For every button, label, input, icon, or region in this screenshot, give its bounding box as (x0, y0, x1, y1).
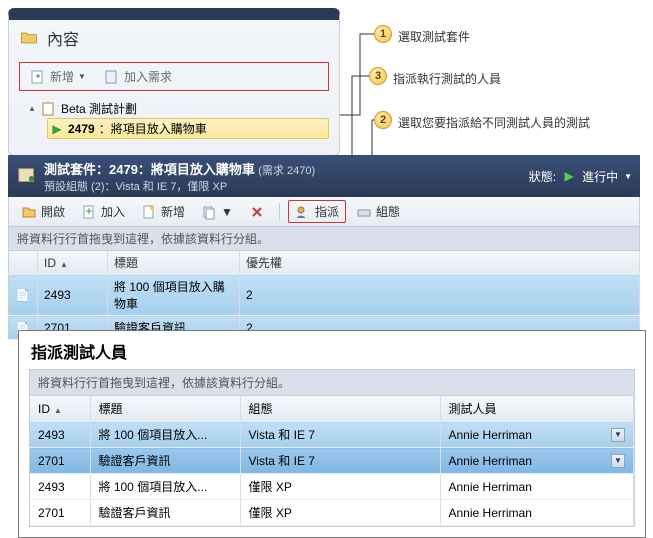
callout-marker-1: 1 (374, 25, 392, 43)
col-tester[interactable]: 測試人員 (440, 396, 634, 422)
tester-dropdown[interactable]: ▼ (611, 454, 625, 468)
col-title[interactable]: 標題 (108, 251, 240, 275)
delete-button[interactable] (243, 202, 271, 222)
content-title: 內容 (47, 26, 79, 50)
new-button[interactable]: 新增 (135, 201, 191, 222)
add-icon: + (81, 204, 97, 220)
svg-text:+: + (86, 204, 93, 218)
play-icon: ▶ (50, 122, 64, 136)
config-button[interactable]: 組態 (350, 201, 406, 222)
callout-marker-2: 2 (374, 111, 392, 129)
table-row[interactable]: 2493 將 100 個項目放入... Vista 和 IE 7 Annie H… (30, 422, 634, 448)
test-plan-tree: ▴ Beta 測試計劃 ▶ 2479 ：將項目放入購物車 (19, 97, 329, 145)
requirement-icon (104, 69, 120, 85)
tester-dropdown[interactable]: ▼ (611, 428, 625, 442)
new-icon-2 (141, 204, 157, 220)
status-value[interactable]: 進行中 (582, 168, 618, 185)
plan-icon (41, 101, 57, 117)
open-button[interactable]: 開啟 (15, 201, 71, 222)
add-new-button[interactable]: 新增 ▼ (26, 66, 90, 87)
content-panel: 內容 新增 ▼ 加入需求 ▴ Beta 測試計劃 ▶ 2479 ：將項目放入購 (8, 8, 340, 156)
table-row[interactable]: 2493 將 100 個項目放入... 僅限 XP Annie Herriman (30, 474, 634, 500)
row-icon: 📄 (15, 288, 29, 302)
test-cases-grid: ID▲ 標題 優先權 📄 2493 將 100 個項目放入購物車 2 📄 270… (8, 251, 640, 340)
assign-grid: ID▲ 標題 組態 測試人員 2493 將 100 個項目放入... Vista… (30, 396, 634, 526)
new-icon (30, 69, 46, 85)
col-config[interactable]: 組態 (240, 396, 440, 422)
assign-testers-panel: 指派測試人員 將資料行行首拖曳到這裡，依據該資料行分組。 ID▲ 標題 組態 測… (18, 330, 646, 538)
tree-root[interactable]: ▴ Beta 測試計劃 (25, 99, 329, 118)
suite-icon (16, 165, 38, 187)
add-requirement-button[interactable]: 加入需求 (100, 66, 176, 87)
col-title[interactable]: 標題 (90, 396, 240, 422)
table-row[interactable]: 2701 驗證客戶資訊 僅限 XP Annie Herriman (30, 500, 634, 526)
assign-button[interactable]: 指派 (288, 200, 346, 223)
callout-text-3: 指派執行測試的人員 (393, 70, 501, 87)
delete-icon (249, 204, 265, 220)
copy-icon (201, 204, 217, 220)
chevron-down-icon: ▼ (78, 72, 86, 81)
callout-marker-3: 3 (369, 67, 387, 85)
suite-toolbar: 開啟 +加入 新增 ▼ 指派 組態 (8, 197, 640, 227)
assign-icon (295, 204, 311, 220)
col-priority[interactable]: 優先權 (240, 251, 640, 275)
table-row[interactable]: 📄 2493 將 100 個項目放入購物車 2 (9, 275, 640, 316)
grid-group-hint: 將資料行行首拖曳到這裡，依據該資料行分組。 (8, 227, 640, 251)
content-toolbar: 新增 ▼ 加入需求 (19, 62, 329, 91)
copy-button[interactable]: ▼ (195, 202, 239, 222)
folder-icon (19, 28, 39, 48)
tree-child-selected[interactable]: ▶ 2479 ：將項目放入購物車 (47, 118, 329, 139)
callout-text-1: 選取測試套件 (398, 28, 470, 45)
assign-panel-title: 指派測試人員 (19, 331, 645, 369)
table-row[interactable]: 2701 驗證客戶資訊 Vista 和 IE 7 Annie Herriman▼ (30, 448, 634, 474)
col-id[interactable]: ID▲ (30, 396, 90, 422)
sort-asc-icon: ▲ (54, 406, 62, 415)
tree-caret-icon[interactable]: ▴ (27, 103, 37, 114)
open-icon (21, 204, 37, 220)
assign-group-hint: 將資料行行首拖曳到這裡，依據該資料行分組。 (30, 370, 634, 396)
grid-header-row: ID▲ 標題 優先權 (9, 251, 640, 275)
status-label: 狀態: (529, 168, 556, 185)
suite-subtitle: 預設組態 (2)：Vista 和 IE 7，僅限 XP (44, 178, 315, 194)
status-dropdown-icon[interactable]: ▼ (624, 172, 632, 181)
suite-header-bar: 測試套件：2479：將項目放入購物車 (需求 2470) 預設組態 (2)：Vi… (8, 155, 640, 197)
callout-text-2: 選取您要指派給不同測試人員的測試 (398, 114, 590, 131)
status-play-icon: ▶ (562, 169, 576, 183)
sort-asc-icon: ▲ (60, 260, 68, 269)
col-id[interactable]: ID▲ (38, 251, 108, 275)
suite-title: 測試套件：2479：將項目放入購物車 (44, 162, 255, 177)
chevron-down-icon: ▼ (221, 205, 233, 219)
config-icon (356, 204, 372, 220)
add-button[interactable]: +加入 (75, 201, 131, 222)
